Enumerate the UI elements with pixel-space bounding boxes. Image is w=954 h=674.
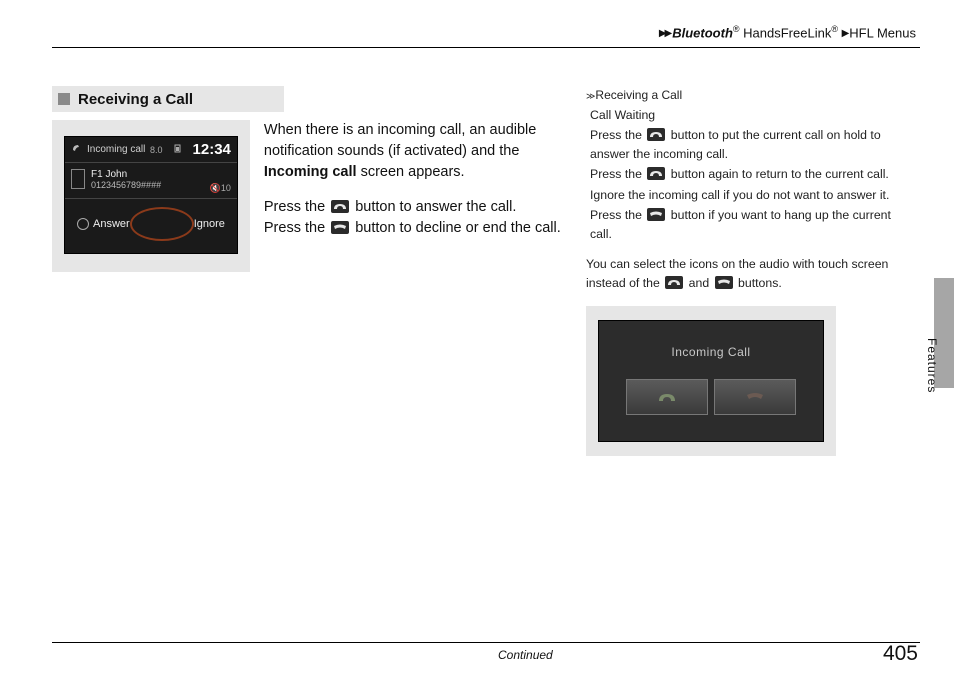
pickup-button-icon	[647, 128, 665, 141]
answer-button[interactable]: Answer	[93, 218, 130, 230]
continued-label: Continued	[498, 648, 553, 662]
phone-status-icon	[71, 143, 81, 156]
incoming-call-label: Incoming call	[87, 144, 145, 155]
side-l5b: buttons.	[735, 276, 782, 290]
caller-name: F1 John	[91, 169, 229, 180]
section-bullet-icon	[58, 93, 70, 105]
body-p3a: Press the	[264, 220, 329, 236]
touch-answer-button[interactable]	[626, 379, 708, 415]
section-header: Receiving a Call	[52, 86, 284, 112]
answer-handset-icon	[77, 218, 89, 230]
volume-icon: 🔇	[210, 183, 221, 193]
footer-rule	[52, 642, 920, 643]
signal-indicator: 8.0	[150, 145, 163, 155]
volume-value: 10	[221, 183, 231, 193]
side-l4a: Press the	[590, 208, 645, 222]
touchscreen-screenshot: Incoming Call	[586, 306, 836, 456]
caller-number: 0123456789####	[91, 180, 229, 190]
section-title: Receiving a Call	[78, 91, 193, 108]
breadcrumb-hfl: HandsFreeLink	[743, 25, 831, 40]
body-p2b: button to answer the call.	[351, 199, 516, 215]
body-p1-bold: Incoming call	[264, 164, 357, 180]
side-l1a: Press the	[590, 128, 645, 142]
phone-device-icon	[71, 169, 85, 189]
pickup-button-icon	[331, 200, 349, 213]
sidebar-header-text: Receiving a Call	[595, 88, 682, 102]
main-content: Receiving a Call Incoming call	[52, 86, 582, 272]
clock: 12:34	[193, 141, 231, 158]
incoming-call-screenshot: Incoming call 8.0 12:34 F1 John 01234	[52, 120, 250, 272]
ignore-button[interactable]: Ignore	[194, 218, 225, 230]
side-l3: Ignore the incoming call if you do not w…	[590, 186, 916, 204]
side-l2b: button again to return to the current ca…	[667, 167, 888, 181]
page-number: 405	[883, 642, 918, 666]
sidebar-header: ≫Receiving a Call	[586, 86, 916, 104]
side-tab-label: Features	[925, 338, 939, 393]
breadcrumb-menus: HFL Menus	[849, 25, 916, 40]
header-rule	[52, 47, 920, 48]
hangup-button-icon	[647, 208, 665, 221]
body-text: When there is an incoming call, an audib…	[264, 120, 582, 272]
pickup-button-icon	[647, 167, 665, 180]
rotary-dial-icon	[130, 207, 194, 241]
side-l2a: Press the	[590, 167, 645, 181]
touch-incoming-label: Incoming Call	[615, 343, 807, 361]
touch-decline-button[interactable]	[714, 379, 796, 415]
breadcrumb-bluetooth: Bluetooth	[672, 25, 733, 40]
pickup-button-icon	[665, 276, 683, 289]
battery-icon	[173, 143, 183, 156]
body-p1c: screen appears.	[357, 164, 465, 180]
body-p3b: button to decline or end the call.	[351, 220, 561, 236]
call-waiting-label: Call Waiting	[590, 106, 916, 124]
hangup-button-icon	[715, 276, 733, 289]
body-p2a: Press the	[264, 199, 329, 215]
breadcrumb: ▶▶Bluetooth® HandsFreeLink® ▶HFL Menus	[659, 24, 916, 40]
body-p1a: When there is an incoming call, an audib…	[264, 122, 536, 159]
hangup-button-icon	[331, 221, 349, 234]
side-l5mid: and	[685, 276, 712, 290]
sidebar: ≫Receiving a Call Call Waiting Press the…	[586, 86, 916, 456]
